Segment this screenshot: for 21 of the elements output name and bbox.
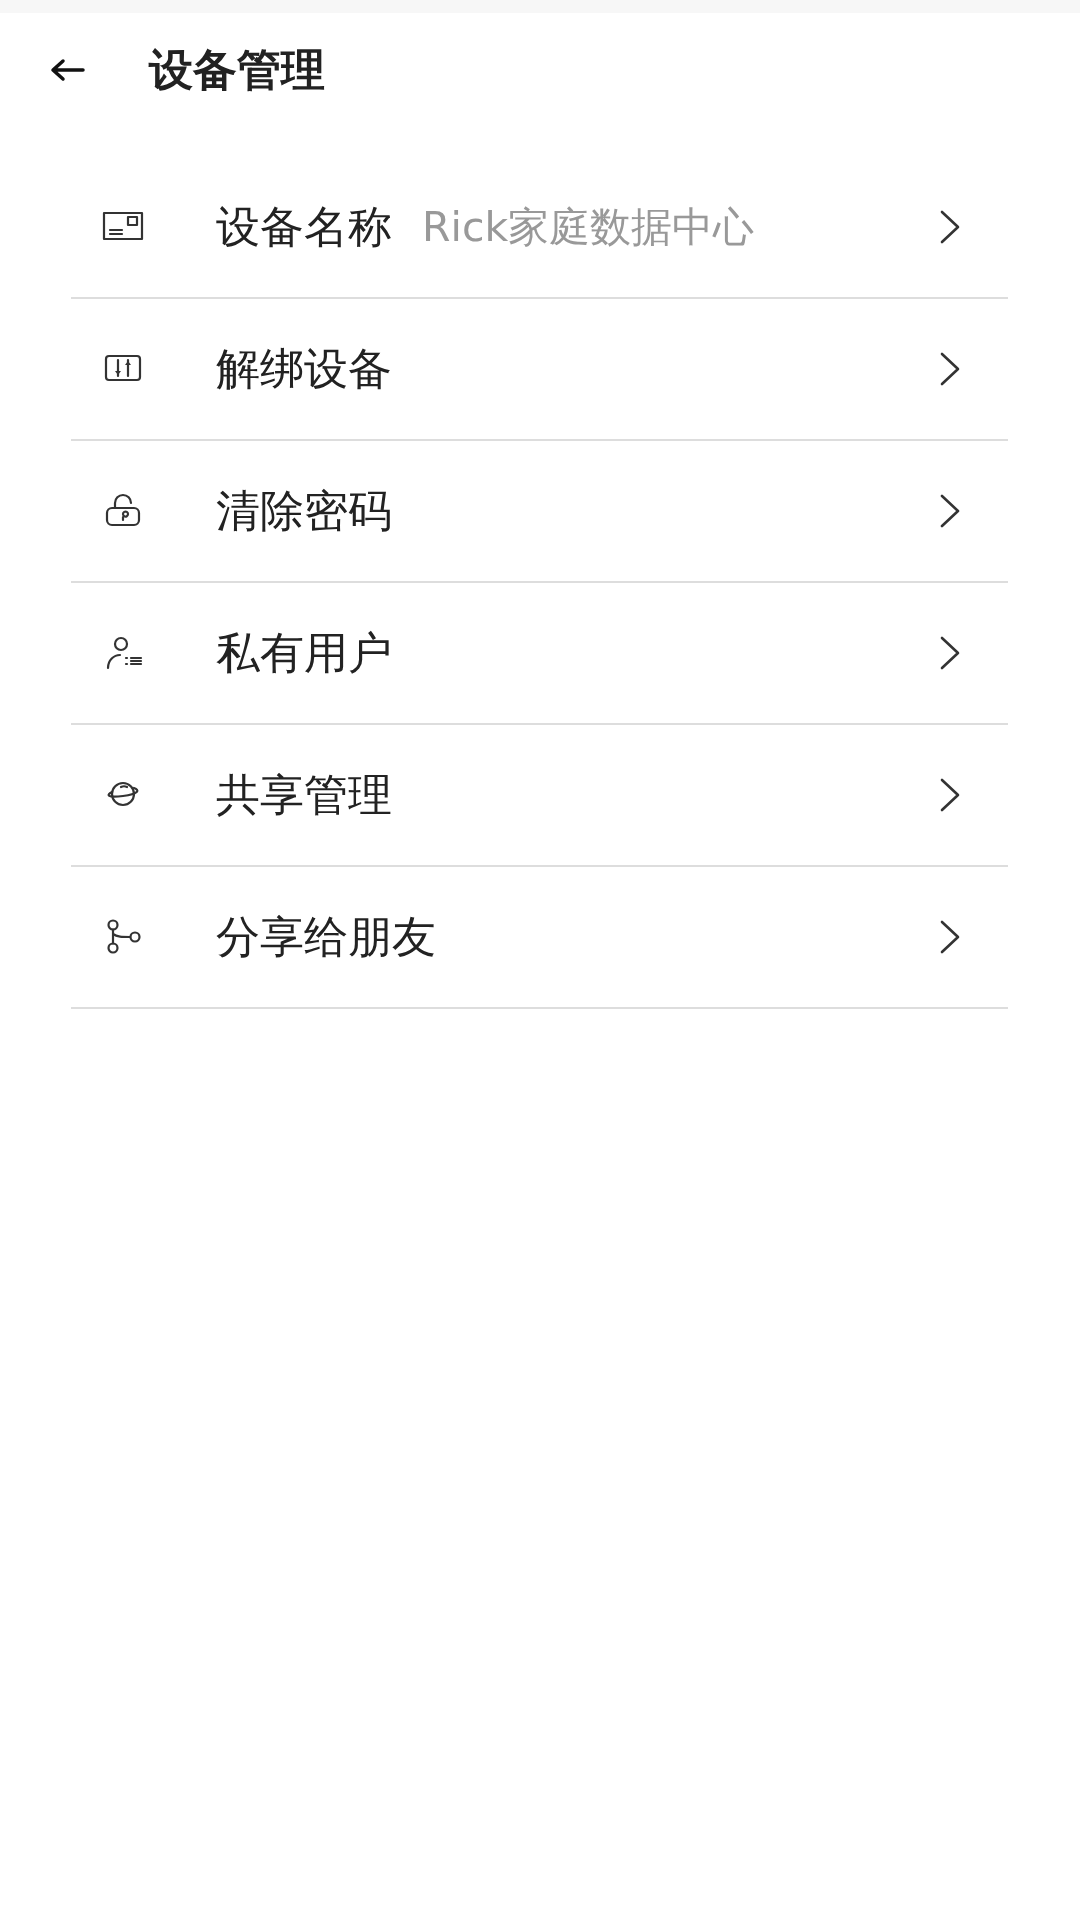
row-value: Rick家庭数据中心 [422,201,755,253]
settings-row[interactable]: 私有用户 [71,583,1008,725]
row-label: 分享给朋友 [216,909,436,964]
settings-row[interactable]: 解绑设备 [71,299,1008,441]
chevron-right-icon [938,919,962,955]
chevron-right-icon [938,777,962,813]
row-label: 设备名称 [216,199,392,254]
settings-row[interactable]: 分享给朋友 [71,867,1008,1009]
chevron-right-icon [938,351,962,387]
back-arrow-icon [50,58,86,82]
row-label: 共享管理 [216,767,392,822]
settings-row[interactable]: 共享管理 [71,725,1008,867]
chevron-right-icon [938,209,962,245]
row-label: 私有用户 [216,625,392,680]
row-label: 解绑设备 [216,341,392,396]
chevron-right-icon [938,635,962,671]
page-title: 设备管理 [149,42,325,97]
settings-row[interactable]: 清除密码 [71,441,1008,583]
row-label: 清除密码 [216,483,392,538]
chevron-right-icon [938,493,962,529]
settings-row[interactable]: 设备名称 Rick家庭数据中心 [71,157,1008,299]
